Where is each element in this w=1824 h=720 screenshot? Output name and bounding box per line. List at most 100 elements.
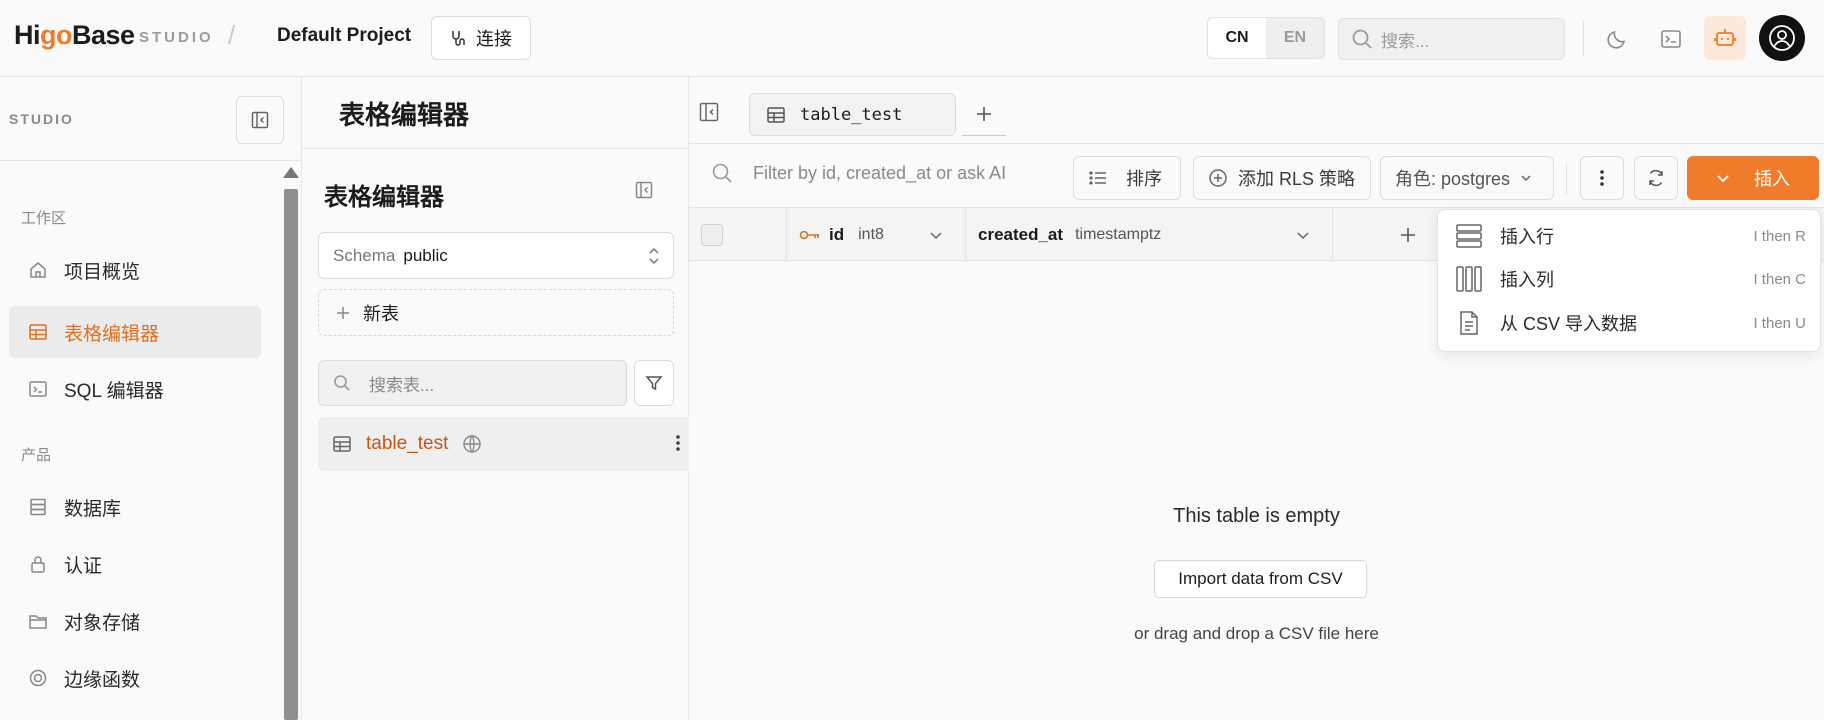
menu-item-insert-row[interactable]: 插入行 I then R <box>1438 215 1822 257</box>
sidebar-scrollbar[interactable] <box>284 189 298 720</box>
file-text-icon <box>1456 311 1482 335</box>
filter-placeholder: Filter by id, created_at or ask AI <box>753 162 1007 183</box>
sidebar-item-label: 项目概览 <box>64 261 141 283</box>
ai-assistant-button[interactable] <box>1704 16 1746 60</box>
chevron-down-icon <box>1520 172 1532 184</box>
grid-toolbar: Filter by id, created_at or ask AI 排序 添加… <box>689 144 1824 208</box>
column-name: id <box>829 224 845 244</box>
home-icon <box>28 260 48 280</box>
new-table-button[interactable]: 新表 <box>318 289 674 336</box>
role-label: 角色: postgres <box>1395 169 1511 189</box>
search-icon <box>1351 28 1373 50</box>
tab-bar: table_test <box>689 77 1824 144</box>
search-icon <box>333 374 351 392</box>
add-rls-policy-button[interactable]: 添加 RLS 策略 <box>1193 156 1371 200</box>
table-icon <box>28 322 48 342</box>
more-vertical-icon[interactable] <box>675 433 681 453</box>
plus-icon <box>975 105 993 123</box>
new-table-label: 新表 <box>363 303 399 324</box>
project-name[interactable]: Default Project <box>277 25 411 47</box>
chevron-down-icon[interactable] <box>929 228 943 242</box>
sidebar: STUDIO 工作区 项目概览 表格编辑器 SQL 编辑器 产品 数据库 认证 … <box>0 77 302 720</box>
refresh-button[interactable] <box>1634 156 1678 200</box>
main-area: table_test Filter by id, created_at or a… <box>689 77 1824 720</box>
sidebar-item-overview[interactable]: 项目概览 <box>9 244 261 296</box>
sidebar-item-database[interactable]: 数据库 <box>9 481 261 533</box>
table-list-item[interactable]: table_test <box>318 417 689 471</box>
role-select[interactable]: 角色: postgres <box>1380 156 1554 200</box>
avatar[interactable] <box>1759 15 1805 61</box>
table-icon <box>766 105 786 125</box>
empty-state-title: This table is empty <box>1173 505 1340 527</box>
column-header-id[interactable]: id int8 <box>787 208 966 261</box>
sidebar-item-label: 对象存储 <box>64 612 141 634</box>
panel-collapse-button[interactable] <box>635 181 653 199</box>
add-tab-button[interactable] <box>962 93 1006 136</box>
toggle-panel-button[interactable] <box>699 102 719 122</box>
import-csv-button[interactable]: Import data from CSV <box>1154 560 1367 598</box>
logo-text-4: Base <box>72 20 135 50</box>
menu-item-import-csv[interactable]: 从 CSV 导入数据 I then U <box>1438 302 1822 344</box>
sidebar-collapse-button[interactable] <box>236 96 284 144</box>
schema-select[interactable]: Schema public <box>318 232 674 279</box>
sidebar-item-sql-editor[interactable]: SQL 编辑器 <box>9 363 261 415</box>
filter-button[interactable] <box>634 360 674 406</box>
schema-label: Schema <box>333 245 396 265</box>
database-icon <box>28 497 48 517</box>
plug-icon <box>450 29 468 47</box>
sidebar-item-label: 认证 <box>64 555 103 577</box>
insert-button[interactable]: 插入 <box>1687 156 1819 200</box>
lang-cn-button[interactable]: CN <box>1208 18 1266 58</box>
key-icon <box>799 228 821 242</box>
studio-tag: STUDIO <box>139 29 214 46</box>
connect-button[interactable]: 连接 <box>431 16 531 60</box>
column-name: created_at <box>978 224 1064 244</box>
tab-table-test[interactable]: table_test <box>749 93 956 136</box>
sort-button[interactable]: 排序 <box>1073 156 1181 200</box>
tab-label: table_test <box>800 104 903 125</box>
insert-label: 插入 <box>1754 169 1790 189</box>
scroll-up-arrow[interactable] <box>283 167 299 178</box>
plus-icon <box>335 305 351 321</box>
terminal-icon <box>28 379 48 399</box>
plus-circle-icon <box>1208 168 1228 188</box>
table-search-input[interactable]: 搜索表... <box>318 360 627 406</box>
list-icon <box>1088 168 1108 188</box>
lang-en-button[interactable]: EN <box>1266 18 1324 58</box>
column-header-created-at[interactable]: created_at timestamptz <box>966 208 1333 261</box>
divider <box>1566 164 1567 194</box>
filter-input[interactable]: Filter by id, created_at or ask AI <box>711 162 1006 184</box>
table-icon <box>332 434 352 454</box>
chevron-updown-icon <box>647 246 661 266</box>
rows-icon <box>1456 223 1482 249</box>
sidebar-item-storage[interactable]: 对象存储 <box>9 595 261 647</box>
divider <box>302 148 689 149</box>
select-all-checkbox[interactable] <box>701 223 723 246</box>
terminal-button[interactable] <box>1650 18 1692 60</box>
terminal-icon <box>1660 28 1682 50</box>
menu-item-label: 插入列 <box>1500 270 1554 290</box>
more-options-button[interactable] <box>1580 156 1624 200</box>
theme-toggle-button[interactable] <box>1596 18 1638 60</box>
sidebar-item-table-editor[interactable]: 表格编辑器 <box>9 306 261 358</box>
connect-label: 连接 <box>476 29 512 49</box>
global-search-input[interactable]: 搜索... <box>1338 18 1565 60</box>
empty-state-hint: or drag and drop a CSV file here <box>1134 624 1379 643</box>
logo-text-1: Hi <box>14 20 41 50</box>
sidebar-item-auth[interactable]: 认证 <box>9 538 261 590</box>
filter-icon <box>645 374 663 392</box>
menu-item-insert-column[interactable]: 插入列 I then C <box>1438 258 1822 300</box>
sidebar-item-edge-functions[interactable]: 边缘函数 <box>9 652 261 704</box>
chevron-down-icon <box>1716 171 1730 185</box>
sidebar-item-label: 表格编辑器 <box>64 323 160 345</box>
section-product: 产品 <box>21 447 52 464</box>
logo[interactable]: HigoBase <box>14 20 135 51</box>
sidebar-collapse-icon <box>635 181 653 199</box>
sidebar-item-label: 数据库 <box>64 498 122 520</box>
chevron-down-icon[interactable] <box>1296 228 1310 242</box>
more-vertical-icon <box>1599 168 1605 188</box>
globe-icon <box>28 668 48 688</box>
schema-value: public <box>403 245 448 265</box>
sidebar-collapse-icon <box>699 102 719 122</box>
logo-text-3: o <box>56 20 73 50</box>
